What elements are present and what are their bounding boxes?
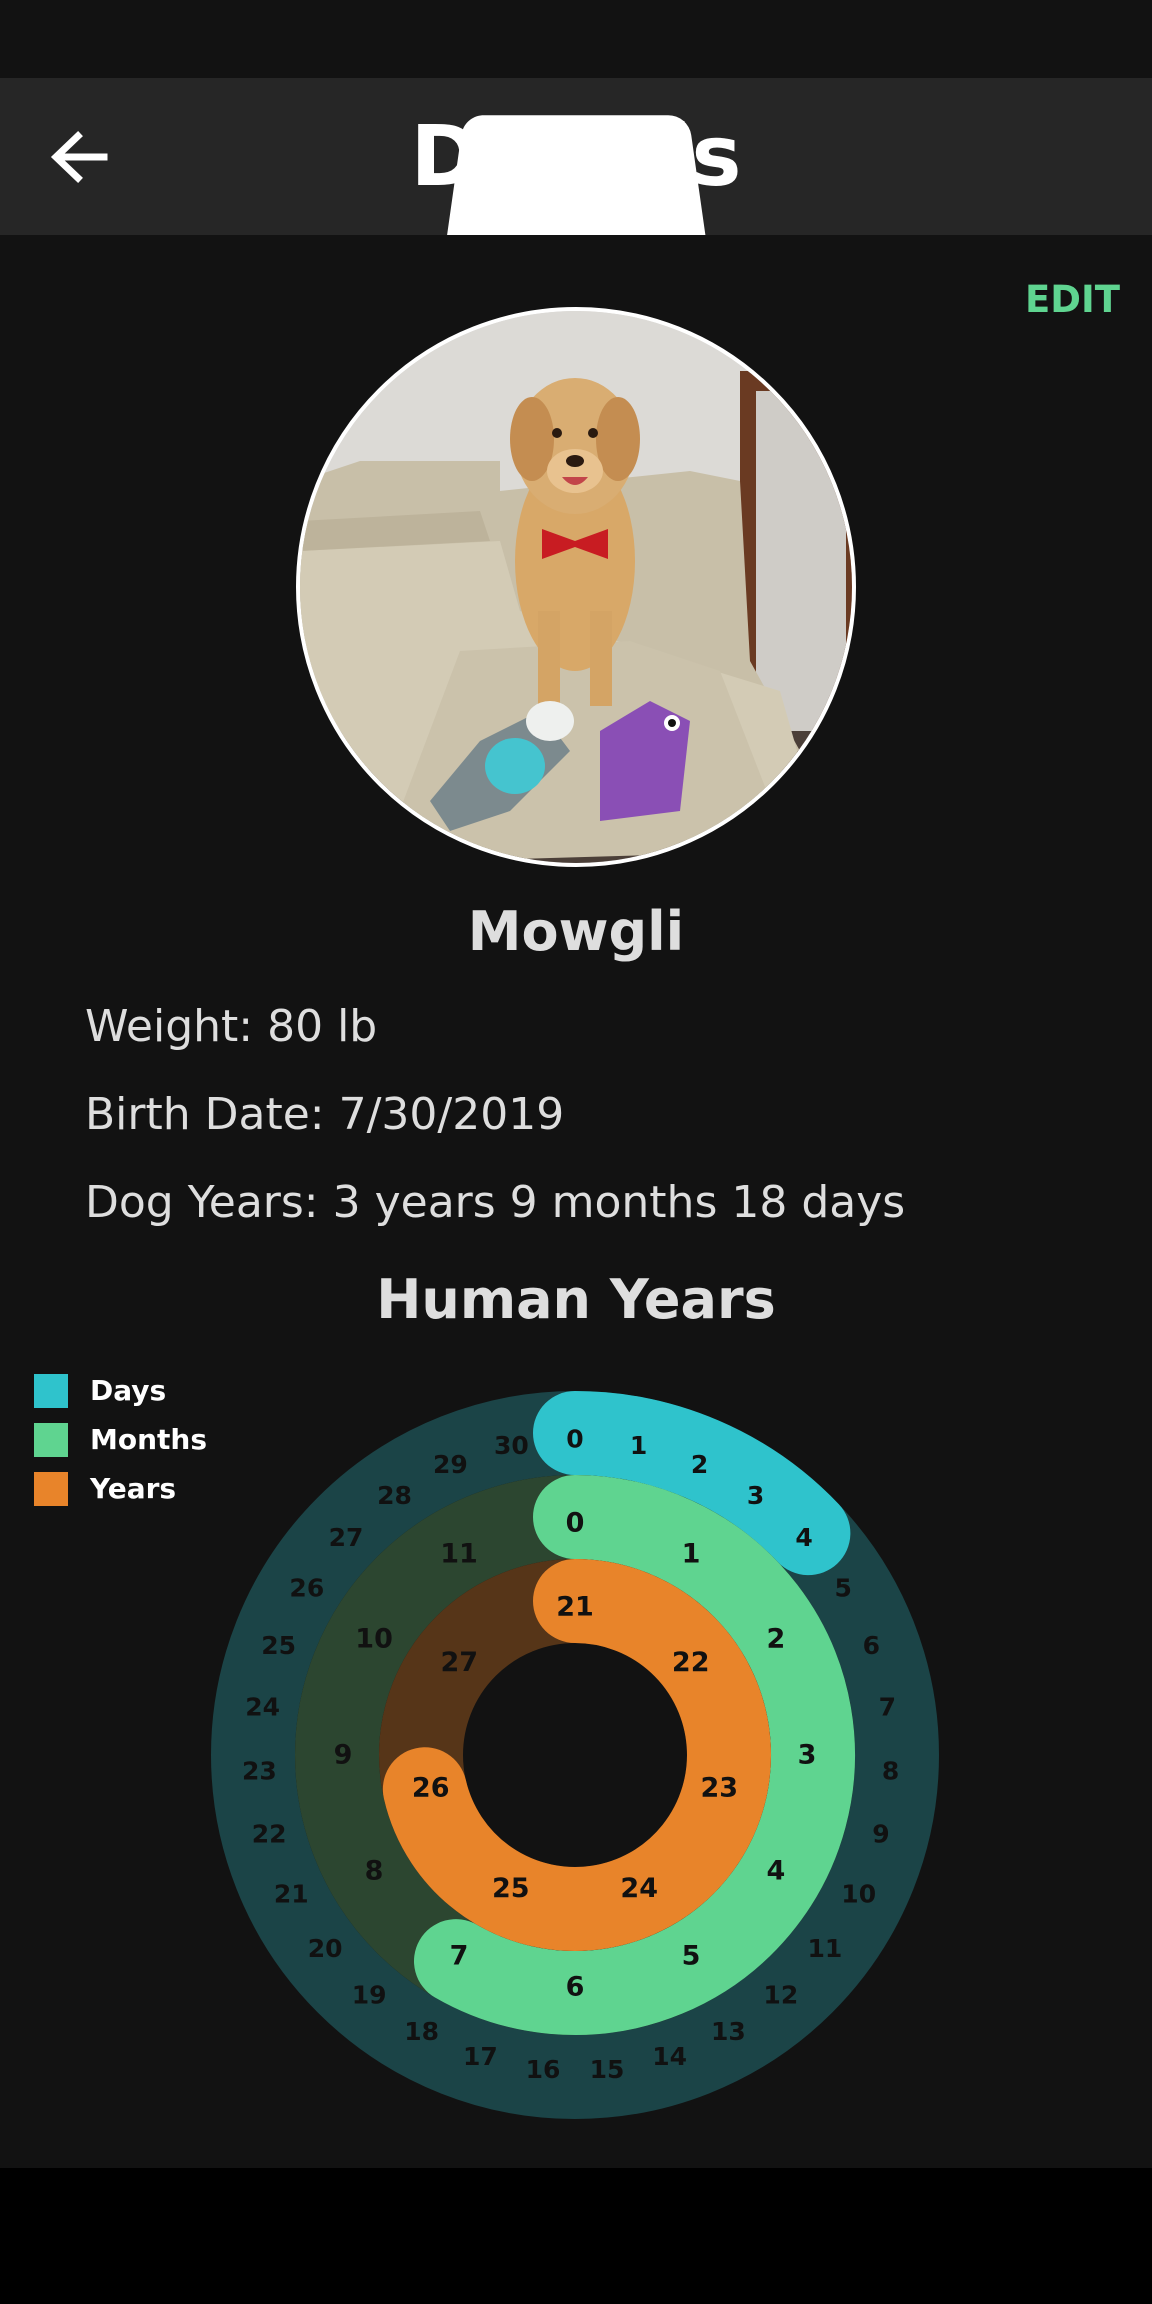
days-tick-label: 5	[834, 1573, 851, 1602]
months-tick-label: 9	[334, 1740, 353, 1771]
months-tick-label: 1	[682, 1539, 701, 1570]
weight-text: Weight: 80 lb	[85, 1001, 378, 1052]
months-tick-label: 10	[355, 1624, 393, 1655]
days-tick-label: 14	[652, 2042, 687, 2071]
months-tick-label: 6	[566, 1972, 585, 2003]
navigation-bar	[0, 2168, 1152, 2304]
months-tick-label: 0	[566, 1508, 585, 1539]
days-tick-label: 15	[590, 2055, 625, 2084]
human-years-ring-chart: 0 123456789101112131415161718192021222324…	[211, 1391, 939, 2119]
days-tick-label: 18	[404, 2017, 439, 2046]
days-tick-label: 16	[526, 2055, 561, 2084]
days-tick-label: 0	[566, 1425, 583, 1454]
days-tick-label: 3	[747, 1481, 764, 1510]
months-tick-label: 11	[440, 1539, 478, 1570]
months-tick-label: 7	[450, 1940, 469, 1971]
days-tick-label: 10	[841, 1880, 876, 1909]
years-tick-label: 23	[701, 1772, 739, 1803]
days-tick-label: 29	[433, 1450, 468, 1479]
months-tick-label: 8	[365, 1856, 384, 1887]
days-tick-label: 2	[691, 1450, 708, 1479]
legend-months-label: Months	[90, 1423, 208, 1456]
days-tick-label: 9	[872, 1820, 889, 1849]
chart-title: Human Years	[376, 1268, 776, 1331]
days-tick-label: 23	[242, 1757, 277, 1786]
days-tick-label: 6	[863, 1631, 880, 1660]
pet-name: Mowgli	[467, 900, 685, 963]
golden-retriever-photo	[300, 311, 852, 863]
days-tick-label: 22	[252, 1820, 287, 1849]
days-tick-label: 11	[807, 1934, 842, 1963]
months-tick-label: 3	[798, 1740, 817, 1771]
days-tick-label: 24	[245, 1693, 280, 1722]
days-tick-label: 25	[261, 1631, 296, 1660]
years-tick-label: 22	[672, 1647, 710, 1678]
days-tick-label: 28	[377, 1481, 412, 1510]
legend-days-label: Days	[90, 1374, 167, 1407]
legend-days-swatch	[34, 1374, 68, 1408]
days-tick-label: 1	[630, 1431, 647, 1460]
days-tick-label: 26	[289, 1573, 324, 1602]
days-tick-label: 13	[711, 2017, 746, 2046]
days-tick-label: 27	[329, 1523, 364, 1552]
days-tick-label: 21	[274, 1880, 309, 1909]
legend-years-label: Years	[90, 1472, 177, 1505]
days-tick-label: 19	[352, 1980, 387, 2009]
years-tick-label: 21	[556, 1592, 594, 1623]
days-tick-label: 7	[879, 1693, 896, 1722]
days-tick-label: 12	[763, 1980, 798, 2009]
days-tick-label: 20	[308, 1934, 343, 1963]
years-tick-label: 24	[620, 1873, 658, 1904]
days-tick-label: 8	[882, 1757, 899, 1786]
years-tick-label: 25	[492, 1873, 530, 1904]
months-tick-label: 2	[767, 1624, 786, 1655]
days-tick-label: 30	[494, 1431, 529, 1460]
pet-photo	[296, 307, 856, 867]
years-tick-label: 27	[440, 1647, 478, 1678]
edit-button[interactable]: EDIT	[1000, 278, 1120, 328]
birth-date-text: Birth Date: 7/30/2019	[85, 1089, 565, 1140]
months-tick-label: 5	[682, 1940, 701, 1971]
dog-years-text: Dog Years: 3 years 9 months 18 days	[85, 1177, 906, 1228]
months-tick-label: 4	[767, 1856, 786, 1887]
legend-years-swatch	[34, 1472, 68, 1506]
years-tick-label: 26	[412, 1772, 450, 1803]
days-tick-label: 17	[463, 2042, 498, 2071]
days-tick-label: 4	[795, 1523, 812, 1552]
legend-months-swatch	[34, 1423, 68, 1457]
